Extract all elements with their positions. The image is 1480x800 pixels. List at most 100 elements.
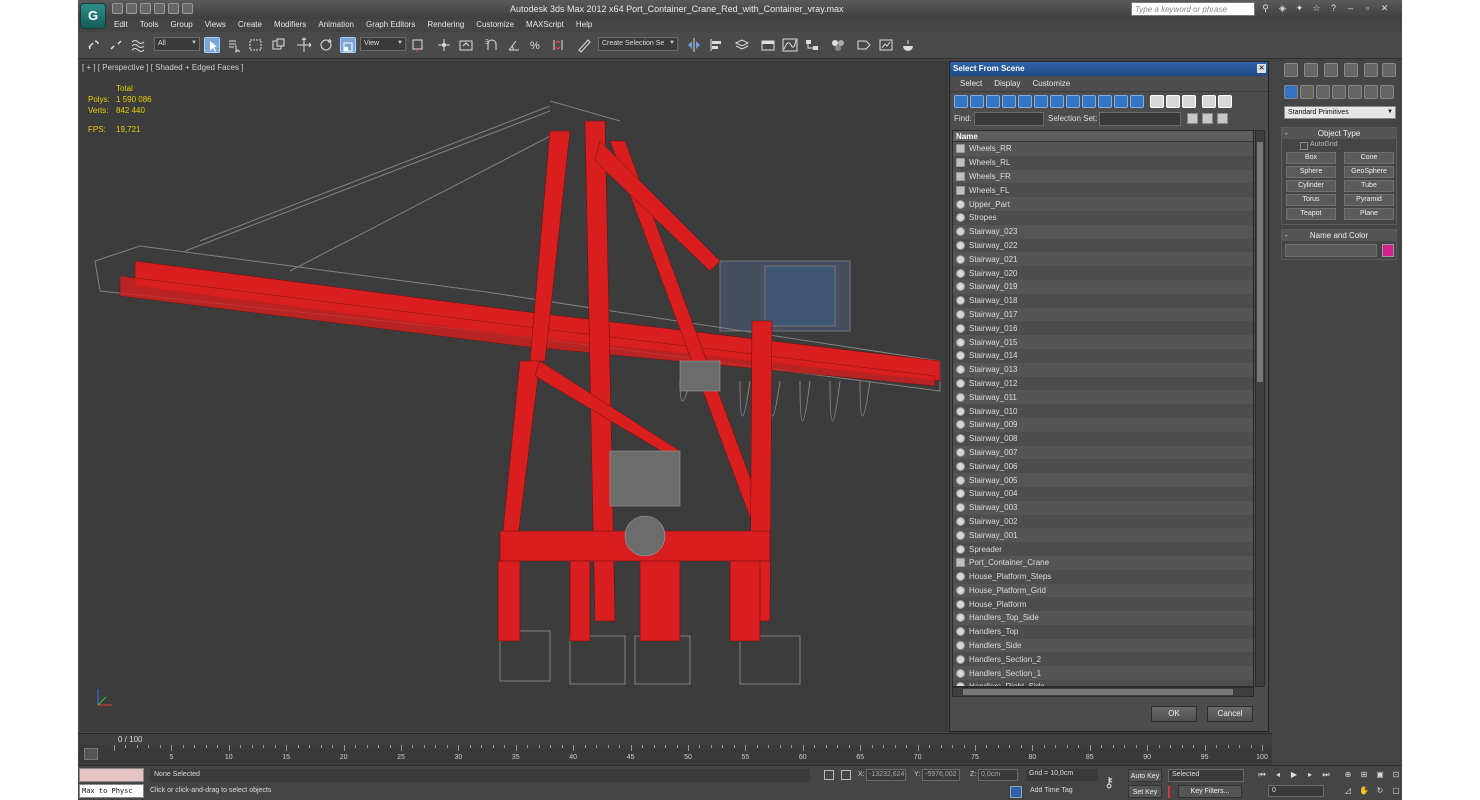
menu-maxscript[interactable]: MAXScript <box>520 19 570 32</box>
list-item[interactable]: Handlers_Right_Side <box>953 680 1253 686</box>
unlink-icon[interactable] <box>108 37 124 53</box>
scrollbar-thumb[interactable] <box>963 689 1233 695</box>
display-bones-icon[interactable] <box>1082 95 1096 108</box>
close-icon[interactable]: ✕ <box>1379 3 1390 14</box>
scene-object-list[interactable]: Name Wheels_RR Wheels_RL Wheels_FR Wheels_F… <box>952 130 1254 687</box>
angle-snap-icon[interactable] <box>506 37 522 53</box>
x-coordinate-field[interactable]: -13232,624 <box>866 769 906 781</box>
layer-manager-icon[interactable] <box>734 37 750 53</box>
find-input[interactable] <box>974 112 1044 126</box>
selection-set-dropdown[interactable] <box>1099 112 1181 126</box>
display-shapes-icon[interactable] <box>970 95 984 108</box>
filter-options-icon[interactable] <box>1218 95 1232 108</box>
rectangular-selection-icon[interactable] <box>248 37 264 53</box>
menu-help[interactable]: Help <box>570 19 598 32</box>
menu-views[interactable]: Views <box>199 19 232 32</box>
list-item[interactable]: Wheels_RL <box>953 155 1253 170</box>
orbit-icon[interactable]: ↻ <box>1374 785 1386 797</box>
dialog-menu-customize[interactable]: Customize <box>1026 76 1076 91</box>
time-slider[interactable]: 0 / 100 <box>78 733 1272 745</box>
menu-group[interactable]: Group <box>164 19 198 32</box>
lock-selection-icon[interactable] <box>824 770 834 780</box>
binoculars-icon[interactable]: ⚲ <box>1260 3 1271 14</box>
app-logo-icon[interactable]: G <box>80 3 106 29</box>
time-slider-frame-label[interactable]: 0 / 100 <box>118 735 142 744</box>
list-item[interactable]: Stairway_005 <box>953 473 1253 487</box>
list-item[interactable]: House_Platform <box>953 597 1253 612</box>
key-icon[interactable]: ⚷ <box>1104 774 1114 791</box>
list-item[interactable]: Stairway_020 <box>953 266 1253 280</box>
list-item[interactable]: Stairway_023 <box>953 224 1253 239</box>
time-tag-icon[interactable] <box>1010 786 1022 798</box>
display-cameras-icon[interactable] <box>1002 95 1016 108</box>
undo-icon[interactable] <box>154 3 165 14</box>
display-none-icon[interactable] <box>1166 95 1180 108</box>
utilities-tab-icon[interactable] <box>1382 63 1396 77</box>
helpers-category-icon[interactable] <box>1348 85 1362 99</box>
menu-graph-editors[interactable]: Graph Editors <box>360 19 421 32</box>
display-tab-icon[interactable] <box>1364 63 1378 77</box>
go-to-end-icon[interactable]: ⏭ <box>1320 769 1332 781</box>
reference-coordinate-dropdown[interactable]: View <box>360 37 406 51</box>
redo-icon[interactable] <box>168 3 179 14</box>
ok-button[interactable]: OK <box>1151 706 1197 722</box>
window-crossing-icon[interactable] <box>270 37 286 53</box>
go-to-start-icon[interactable]: ⏮ <box>1256 769 1268 781</box>
key-filter-toggle-icon[interactable] <box>1168 786 1176 798</box>
select-object-icon[interactable] <box>204 37 220 53</box>
spinner-snap-icon[interactable] <box>550 37 566 53</box>
list-item[interactable]: Stairway_015 <box>953 335 1253 349</box>
cylinder-button[interactable]: Cylinder <box>1286 180 1336 192</box>
menu-rendering[interactable]: Rendering <box>421 19 470 32</box>
menu-modifiers[interactable]: Modifiers <box>268 19 312 32</box>
maximize-viewport-icon[interactable]: ▢ <box>1390 785 1402 797</box>
list-item[interactable]: Stairway_012 <box>953 376 1253 391</box>
maxscript-mini-listener-output[interactable] <box>79 768 144 782</box>
project-folder-icon[interactable] <box>182 3 193 14</box>
restore-icon[interactable]: ▫ <box>1362 3 1373 14</box>
autogrid-checkbox[interactable]: AutoGrid <box>1282 139 1396 150</box>
list-item[interactable]: Handlers_Top_Side <box>953 611 1253 625</box>
create-tab-icon[interactable] <box>1284 63 1298 77</box>
track-bar[interactable]: 5 10 15 20 25 30 35 40 45 50 55 60 65 70 75 80 85 90 95 100 <box>78 745 1272 765</box>
bind-space-warp-icon[interactable] <box>130 37 146 53</box>
selection-filter-dropdown[interactable]: All <box>154 37 200 51</box>
rendered-frame-window-icon[interactable] <box>878 37 894 53</box>
tube-button[interactable]: Tube <box>1344 180 1394 192</box>
list-item[interactable]: Stairway_018 <box>953 293 1253 308</box>
link-icon[interactable] <box>86 37 102 53</box>
dialog-close-icon[interactable]: ✕ <box>1257 64 1266 73</box>
shapes-category-icon[interactable] <box>1300 85 1314 99</box>
geometry-category-icon[interactable] <box>1284 85 1298 99</box>
scale-icon[interactable] <box>340 37 356 53</box>
render-setup-icon[interactable] <box>856 37 872 53</box>
list-item[interactable]: Handlers_Section_1 <box>953 666 1253 681</box>
auto-key-button[interactable]: Auto Key <box>1128 769 1162 782</box>
menu-edit[interactable]: Edit <box>108 19 134 32</box>
list-item[interactable]: House_Platform_Grid <box>953 583 1253 598</box>
manipulate-icon[interactable] <box>436 37 452 53</box>
help-search-input[interactable]: Type a keyword or phrase <box>1131 2 1255 16</box>
maxscript-mini-listener[interactable]: Max to Physc <box>79 784 144 798</box>
graphite-ribbon-icon[interactable] <box>760 37 776 53</box>
primitive-type-dropdown[interactable]: Standard Primitives <box>1284 106 1396 119</box>
systems-category-icon[interactable] <box>1380 85 1394 99</box>
display-helpers-icon[interactable] <box>1018 95 1032 108</box>
absolute-mode-icon[interactable] <box>841 770 851 780</box>
display-groups-icon[interactable] <box>1050 95 1064 108</box>
sphere-button[interactable]: Sphere <box>1286 166 1336 178</box>
box-button[interactable]: Box <box>1286 152 1336 164</box>
list-item[interactable]: Stairway_002 <box>953 514 1253 529</box>
display-geometry-icon[interactable] <box>954 95 968 108</box>
list-item[interactable]: Stairway_003 <box>953 500 1253 515</box>
motion-tab-icon[interactable] <box>1344 63 1358 77</box>
percent-snap-icon[interactable]: % <box>528 37 544 53</box>
lights-category-icon[interactable] <box>1316 85 1330 99</box>
list-item[interactable]: Stairway_001 <box>953 528 1253 543</box>
cameras-category-icon[interactable] <box>1332 85 1346 99</box>
teapot-button[interactable]: Teapot <box>1286 208 1336 220</box>
current-frame-field[interactable]: 0 <box>1268 785 1324 797</box>
list-horizontal-scrollbar[interactable] <box>952 687 1254 697</box>
filter-icon[interactable] <box>1202 95 1216 108</box>
field-of-view-icon[interactable]: ◿ <box>1342 785 1354 797</box>
